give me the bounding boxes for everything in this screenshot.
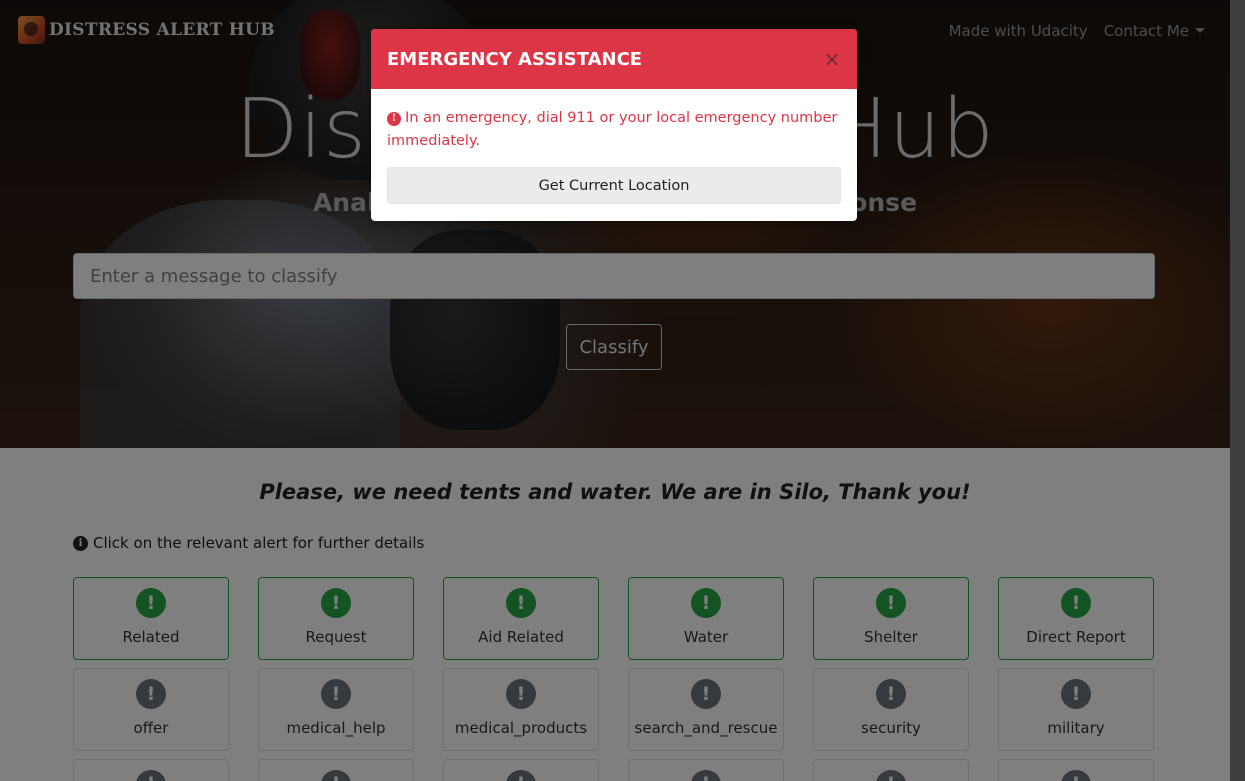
emergency-message: ! In an emergency, dial 911 or your local… xyxy=(387,107,841,153)
get-location-button[interactable]: Get Current Location xyxy=(387,167,841,204)
emergency-modal: EMERGENCY ASSISTANCE × ! In an emergency,… xyxy=(371,29,857,221)
modal-body: ! In an emergency, dial 911 or your local… xyxy=(371,89,857,204)
emergency-message-text: In an emergency, dial 911 or your local … xyxy=(387,110,838,149)
page-scrollbar-gutter xyxy=(1230,0,1245,781)
exclamation-circle-icon: ! xyxy=(387,111,401,126)
modal-title: EMERGENCY ASSISTANCE xyxy=(387,48,643,70)
modal-header: EMERGENCY ASSISTANCE × xyxy=(371,29,857,89)
close-icon[interactable]: × xyxy=(823,49,841,69)
